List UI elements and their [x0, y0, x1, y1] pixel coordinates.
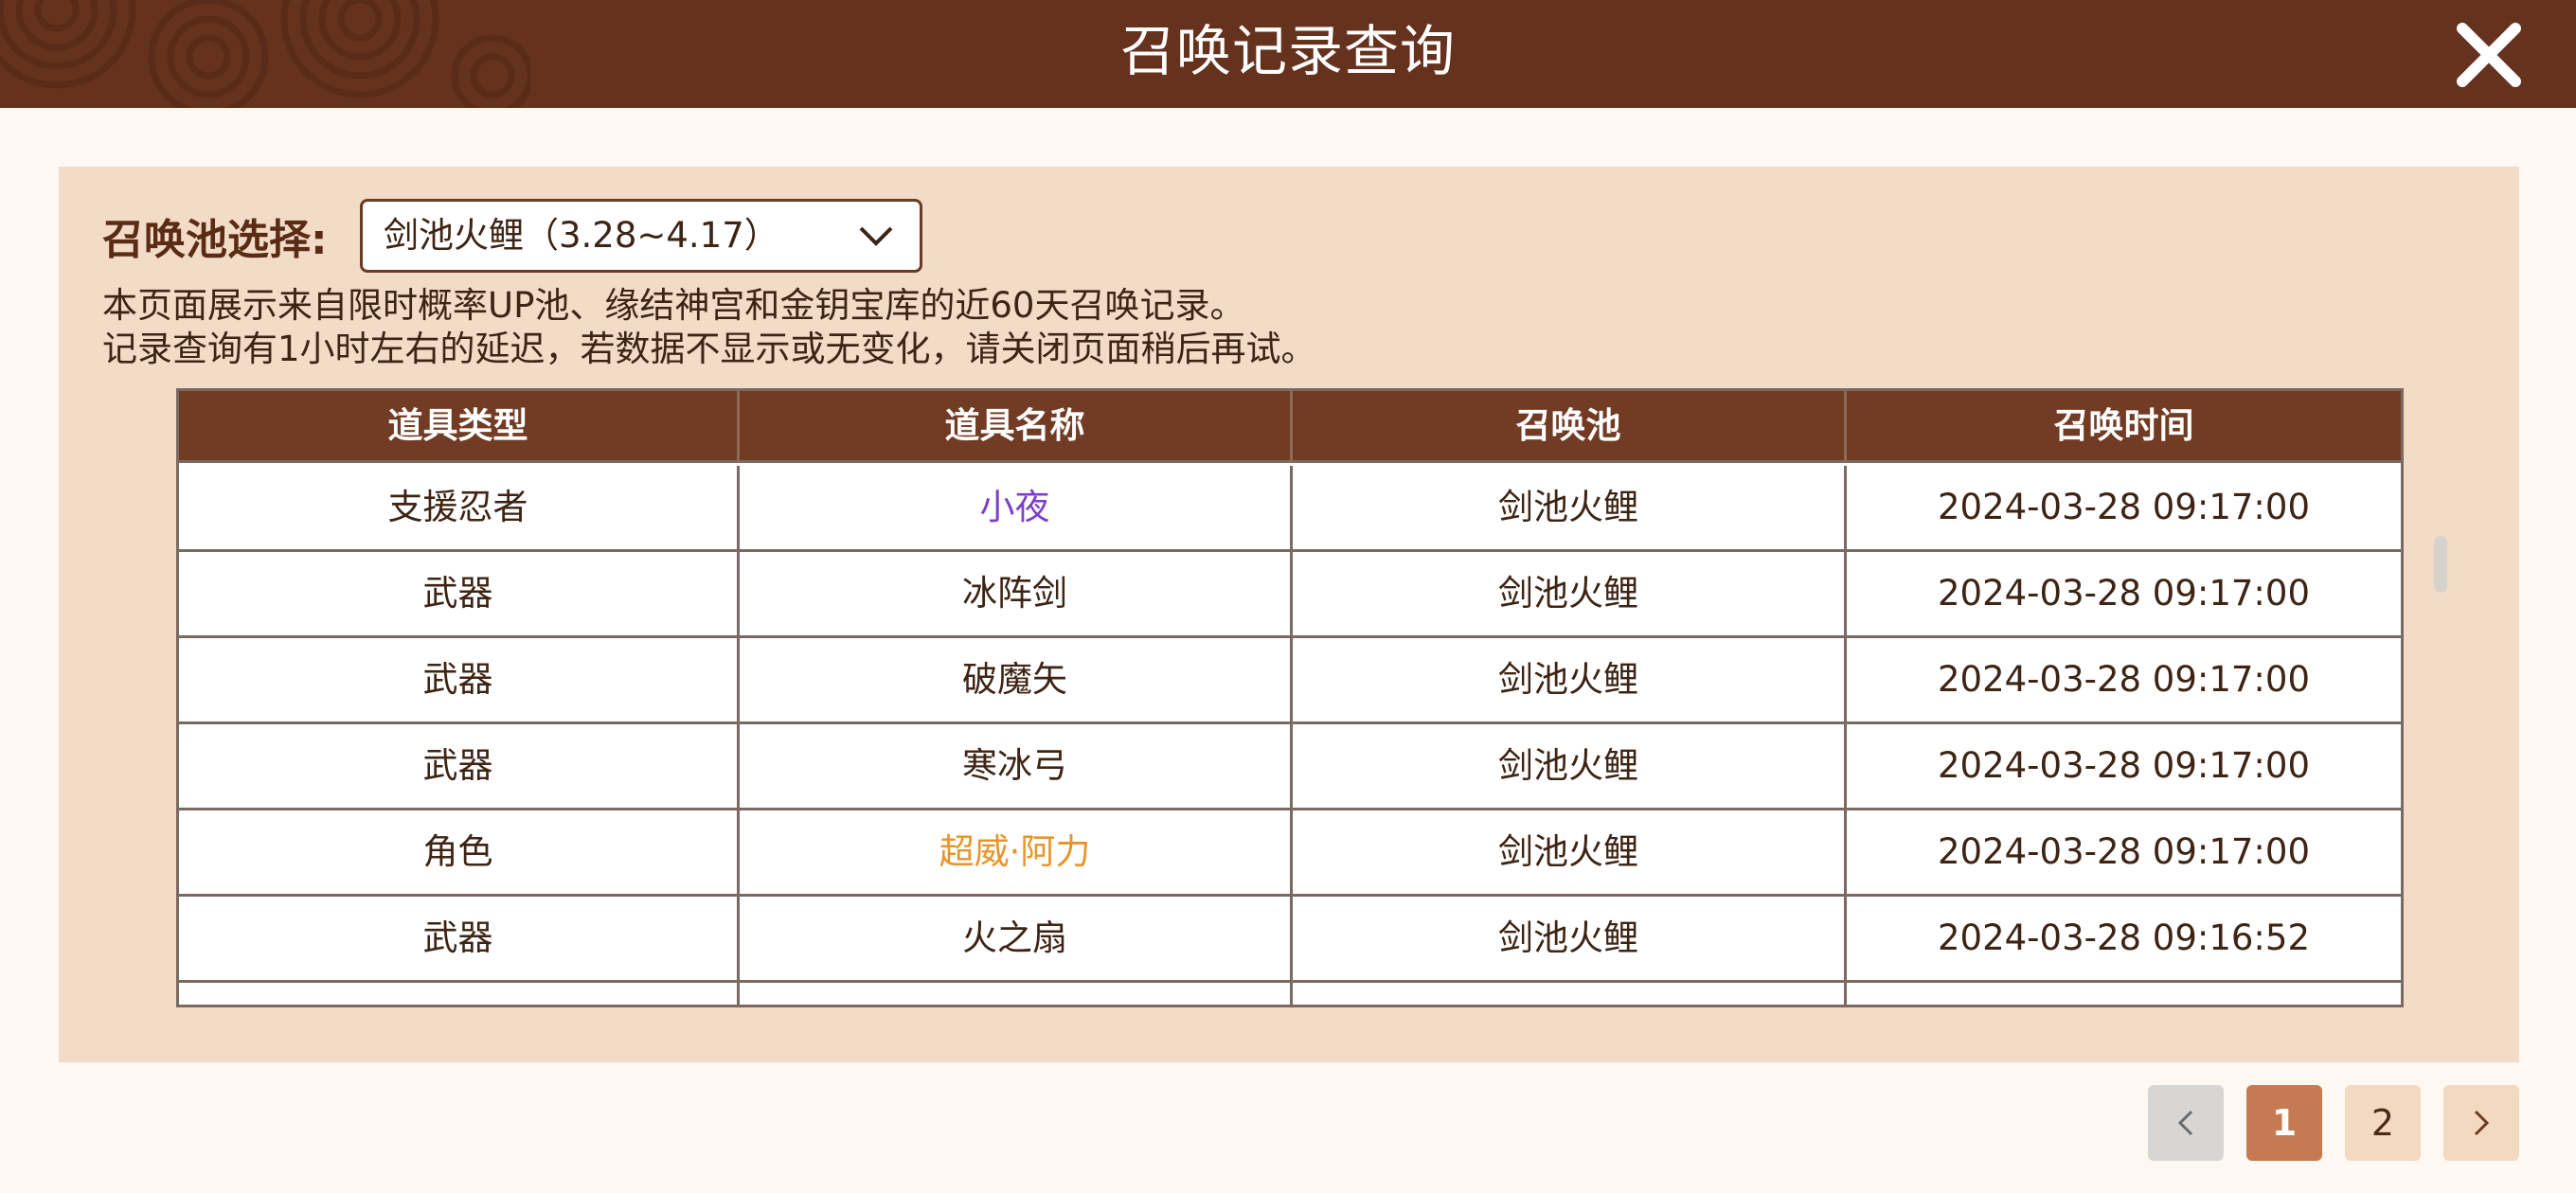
table-cell-empty: [1847, 983, 2401, 1005]
cell-item-name: 小夜: [740, 466, 1293, 549]
cell-item-name: 冰阵剑: [740, 552, 1293, 635]
cell-item-name: 火之扇: [740, 897, 1293, 980]
pool-select-label: 召唤池选择:: [102, 216, 328, 264]
table-scrollbar[interactable]: [2434, 536, 2447, 593]
pool-dropdown-value: 剑池火鲤（3.28~4.17）: [384, 215, 779, 256]
header-bar: 召唤记录查询: [0, 0, 2576, 108]
cell-item-type: 武器: [179, 897, 740, 980]
cell-item-name: 破魔矢: [740, 638, 1293, 721]
chevron-left-icon: [2177, 1110, 2193, 1136]
cell-time: 2024-03-28 09:16:52: [1938, 917, 2310, 958]
cell-pool: 剑池火鲤: [1293, 552, 1847, 635]
pool-dropdown[interactable]: 剑池火鲤（3.28~4.17）: [360, 199, 922, 273]
table-body: 支援忍者 小夜 剑池火鲤 2024-03-28 09:17:00 武器 冰阵剑 剑池火鲤 20…: [179, 466, 2401, 1005]
table-row: 武器 火之扇 剑池火鲤 2024-03-28 09:16:52: [179, 897, 2401, 983]
table-cell-empty: [179, 983, 740, 1005]
cell-item-type: 武器: [179, 724, 740, 808]
cell-pool: 剑池火鲤: [1293, 466, 1847, 549]
table-row: 角色 超威·阿力 剑池火鲤 2024-03-28 09:17:00: [179, 810, 2401, 897]
cell-item-type: 武器: [179, 638, 740, 721]
page-button-2[interactable]: 2: [2345, 1085, 2421, 1161]
table-cell-empty: [740, 983, 1293, 1005]
column-header-pool: 召唤池: [1293, 391, 1847, 463]
table-cell-empty: [1293, 983, 1847, 1005]
records-panel: 召唤池选择: 剑池火鲤（3.28~4.17） 本页面展示来自限时概率UP池、缘结…: [59, 167, 2519, 1062]
cell-time: 2024-03-28 09:17:00: [1938, 831, 2310, 872]
cell-time: 2024-03-28 09:17:00: [1938, 487, 2310, 527]
next-page-button[interactable]: [2443, 1085, 2519, 1161]
cell-time: 2024-03-28 09:17:00: [1938, 659, 2310, 700]
cell-time: 2024-03-28 09:17:00: [1938, 573, 2310, 614]
cell-pool: 剑池火鲤: [1293, 638, 1847, 721]
cell-item-name: 寒冰弓: [740, 724, 1293, 808]
column-header-name: 道具名称: [740, 391, 1293, 463]
table-row-partial: [179, 983, 2401, 1005]
cell-item-type: 支援忍者: [179, 466, 740, 549]
notice-text: 本页面展示来自限时概率UP池、缘结神宫和金钥宝库的近60天召唤记录。 记录查询有…: [102, 284, 1316, 371]
table-row: 武器 冰阵剑 剑池火鲤 2024-03-28 09:17:00: [179, 552, 2401, 638]
chevron-down-icon: [859, 226, 893, 246]
table-header: 道具类型 道具名称 召唤池 召唤时间: [179, 391, 2401, 463]
cell-pool: 剑池火鲤: [1293, 810, 1847, 894]
cell-item-type: 角色: [179, 810, 740, 894]
cell-pool: 剑池火鲤: [1293, 724, 1847, 808]
table-row: 武器 寒冰弓 剑池火鲤 2024-03-28 09:17:00: [179, 724, 2401, 810]
column-header-type: 道具类型: [179, 391, 740, 463]
column-header-time: 召唤时间: [2053, 405, 2194, 446]
prev-page-button[interactable]: [2148, 1085, 2224, 1161]
page-button-1[interactable]: 1: [2246, 1085, 2322, 1161]
notice-line-2: 记录查询有1小时左右的延迟，若数据不显示或无变化，请关闭页面稍后再试。: [102, 329, 1316, 369]
chevron-right-icon: [2474, 1110, 2490, 1136]
cell-time: 2024-03-28 09:17:00: [1938, 745, 2310, 786]
notice-line-1: 本页面展示来自限时概率UP池、缘结神宫和金钥宝库的近60天召唤记录。: [102, 285, 1245, 326]
records-table[interactable]: 道具类型 道具名称 召唤池 召唤时间 支援忍者 小夜 剑池火鲤 2024-03-28 …: [176, 388, 2404, 1007]
cell-item-type: 武器: [179, 552, 740, 635]
close-button[interactable]: [2449, 15, 2529, 95]
table-row: 支援忍者 小夜 剑池火鲤 2024-03-28 09:17:00: [179, 466, 2401, 552]
cell-item-name: 超威·阿力: [740, 810, 1293, 894]
close-icon: [2457, 23, 2521, 87]
cell-pool: 剑池火鲤: [1293, 897, 1847, 980]
table-row: 武器 破魔矢 剑池火鲤 2024-03-28 09:17:00: [179, 638, 2401, 724]
page-title: 召唤记录查询: [1119, 19, 1456, 83]
